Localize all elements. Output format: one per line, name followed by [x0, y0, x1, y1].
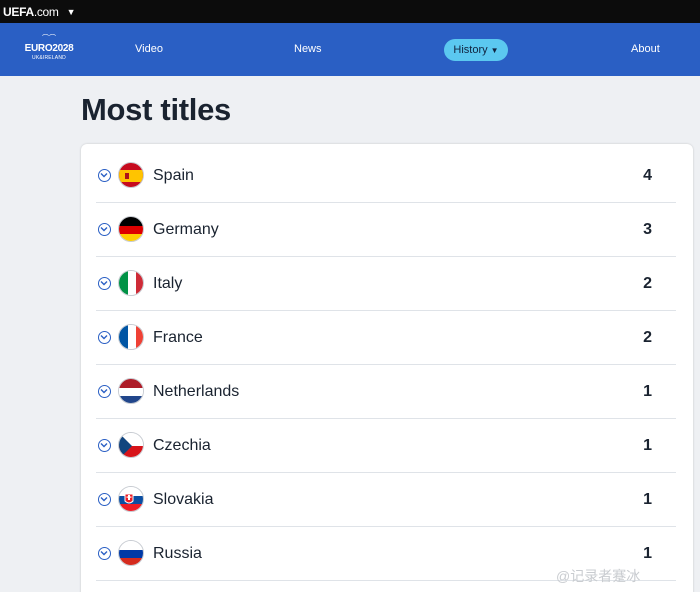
- main-nav: ⌒⌒ EURO2028 UK&IRELAND Video News Histor…: [0, 23, 700, 76]
- euro-logo[interactable]: ⌒⌒ EURO2028 UK&IRELAND: [22, 35, 76, 65]
- list-item[interactable]: Spain 4: [96, 149, 676, 203]
- list-item[interactable]: Italy 2: [96, 257, 676, 311]
- germany-flag-icon: [118, 216, 144, 242]
- uefa-site-link[interactable]: UEFA.com: [3, 5, 59, 19]
- country-name: Netherlands: [153, 383, 240, 400]
- nav-about[interactable]: About: [631, 42, 660, 56]
- list-item[interactable]: Slovakia 1: [96, 473, 676, 527]
- chevron-down-icon[interactable]: [98, 439, 111, 452]
- site-menu-caret-icon[interactable]: ▼: [67, 7, 76, 17]
- titles-count: 1: [643, 437, 652, 454]
- trophy-icon: ⌒⌒: [42, 35, 56, 42]
- page-title: Most titles: [81, 92, 231, 127]
- nav-news[interactable]: News: [294, 42, 322, 56]
- titles-list: Spain 4 Germany 3 Italy 2 France 2 Netherlands 1 C…: [81, 144, 693, 592]
- titles-count: 2: [643, 275, 652, 292]
- nav-video[interactable]: Video: [135, 42, 163, 56]
- russia-flag-icon: [118, 540, 144, 566]
- titles-count: 2: [643, 329, 652, 346]
- czechia-flag-icon: [118, 432, 144, 458]
- chevron-down-icon[interactable]: [98, 169, 111, 182]
- italy-flag-icon: [118, 270, 144, 296]
- country-name: Czechia: [153, 437, 211, 454]
- site-name: UEFA: [3, 4, 34, 19]
- list-item[interactable]: Netherlands 1: [96, 365, 676, 419]
- chevron-down-icon: ▼: [490, 46, 499, 55]
- nav-history[interactable]: History ▼: [444, 39, 508, 61]
- chevron-down-icon[interactable]: [98, 385, 111, 398]
- chevron-down-icon[interactable]: [98, 223, 111, 236]
- country-name: Russia: [153, 545, 202, 562]
- top-bar: UEFA.com ▼: [0, 0, 700, 23]
- country-name: Slovakia: [153, 491, 214, 508]
- brand-subtitle: UK&IRELAND: [32, 55, 66, 61]
- list-item[interactable]: Czechia 1: [96, 419, 676, 473]
- chevron-down-icon[interactable]: [98, 331, 111, 344]
- country-name: Spain: [153, 167, 194, 184]
- nav-history-label: History: [453, 44, 488, 56]
- titles-count: 1: [643, 545, 652, 562]
- chevron-down-icon[interactable]: [98, 277, 111, 290]
- site-domain: .com: [33, 4, 59, 19]
- list-item[interactable]: France 2: [96, 311, 676, 365]
- watermark: @记录者蹇冰: [556, 568, 641, 584]
- chevron-down-icon[interactable]: [98, 547, 111, 560]
- titles-count: 3: [643, 221, 652, 238]
- chevron-down-icon[interactable]: [98, 493, 111, 506]
- titles-count: 1: [643, 383, 652, 400]
- country-name: Italy: [153, 275, 183, 292]
- titles-count: 1: [643, 491, 652, 508]
- country-name: Germany: [153, 221, 219, 238]
- slovakia-flag-icon: [118, 486, 144, 512]
- brand-name: EURO2028: [24, 43, 74, 54]
- netherlands-flag-icon: [118, 378, 144, 404]
- spain-flag-icon: [118, 162, 144, 188]
- list-item[interactable]: Germany 3: [96, 203, 676, 257]
- france-flag-icon: [118, 324, 144, 350]
- country-name: France: [153, 329, 203, 346]
- titles-count: 4: [643, 167, 652, 184]
